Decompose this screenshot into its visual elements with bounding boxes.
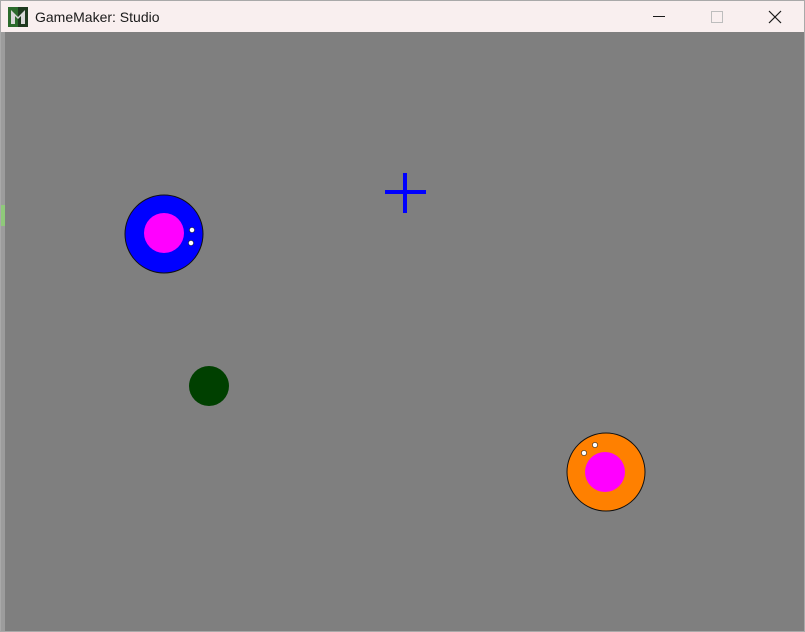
player-eye [189,227,195,233]
player-core [144,213,184,253]
game-canvas[interactable] [5,32,802,631]
close-button[interactable] [746,1,804,32]
enemy-core [585,452,625,492]
gamemaker-app-icon [8,7,28,27]
window-title: GameMaker: Studio [35,9,160,25]
enemy-eye [592,442,598,448]
crosshair-horizontal [385,190,426,194]
close-icon [768,10,782,24]
enemy-orange [566,432,646,512]
maximize-button[interactable] [688,1,746,32]
player-blue [124,194,204,274]
crosshair [385,173,426,213]
minimize-button[interactable] [630,1,688,32]
green-pickup [189,366,229,406]
enemy-eye [581,450,587,456]
game-window: GameMaker: Studio [0,0,805,632]
minimize-icon [653,16,665,17]
title-bar[interactable]: GameMaker: Studio [1,1,804,32]
maximize-icon [711,11,723,23]
player-eye [188,240,194,246]
